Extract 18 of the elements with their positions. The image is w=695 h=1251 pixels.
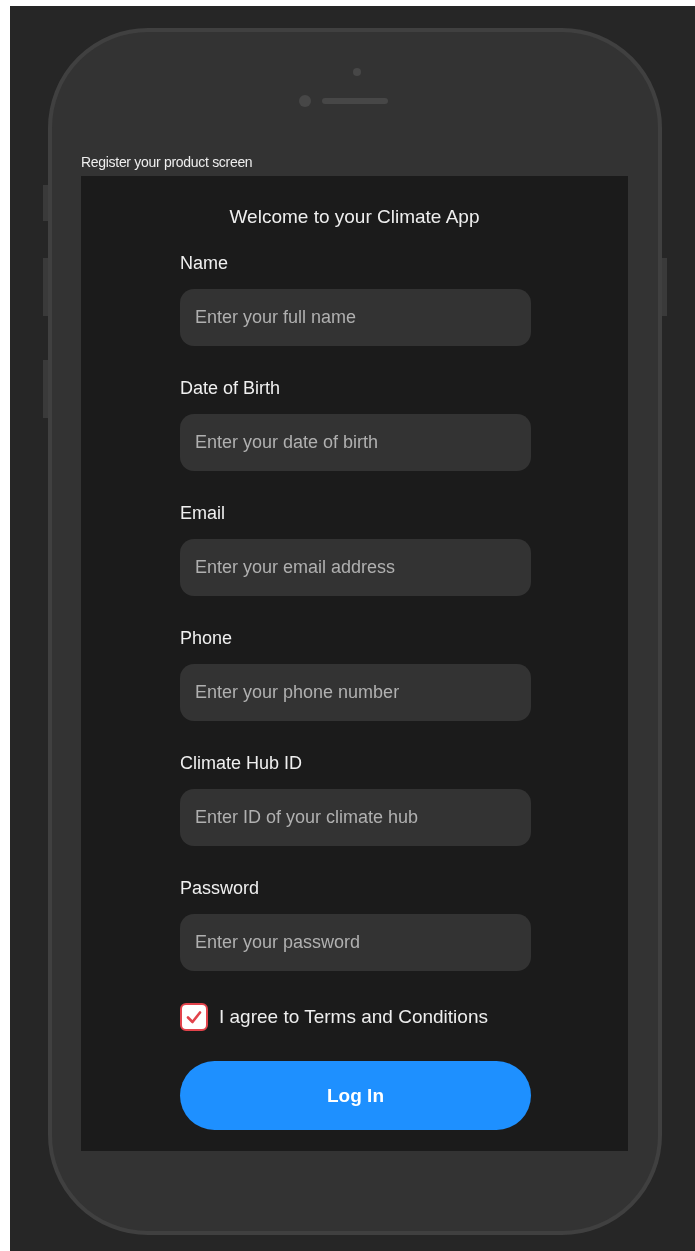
input-field[interactable]: Enter your phone number (180, 664, 531, 721)
field-label: Email (180, 503, 225, 524)
login-button[interactable]: Log In (180, 1061, 531, 1130)
input-field[interactable]: Enter your date of birth (180, 414, 531, 471)
input-field[interactable]: Enter ID of your climate hub (180, 789, 531, 846)
input-field[interactable]: Enter your full name (180, 289, 531, 346)
frame-label: Register your product screen (81, 154, 254, 170)
field-label: Password (180, 878, 260, 899)
screen-title: Welcome to your Climate App (228, 206, 481, 228)
check-icon (185, 1008, 203, 1026)
input-field[interactable]: Enter your password (180, 914, 531, 971)
checkbox[interactable] (180, 1003, 208, 1031)
field-label: Phone (180, 628, 233, 649)
field-label: Name (180, 253, 228, 274)
terms-label: I agree to Terms and Conditions (219, 1006, 488, 1028)
input-field[interactable]: Enter your email address (180, 539, 531, 596)
field-label: Climate Hub ID (180, 753, 303, 774)
field-label: Date of Birth (180, 378, 281, 399)
